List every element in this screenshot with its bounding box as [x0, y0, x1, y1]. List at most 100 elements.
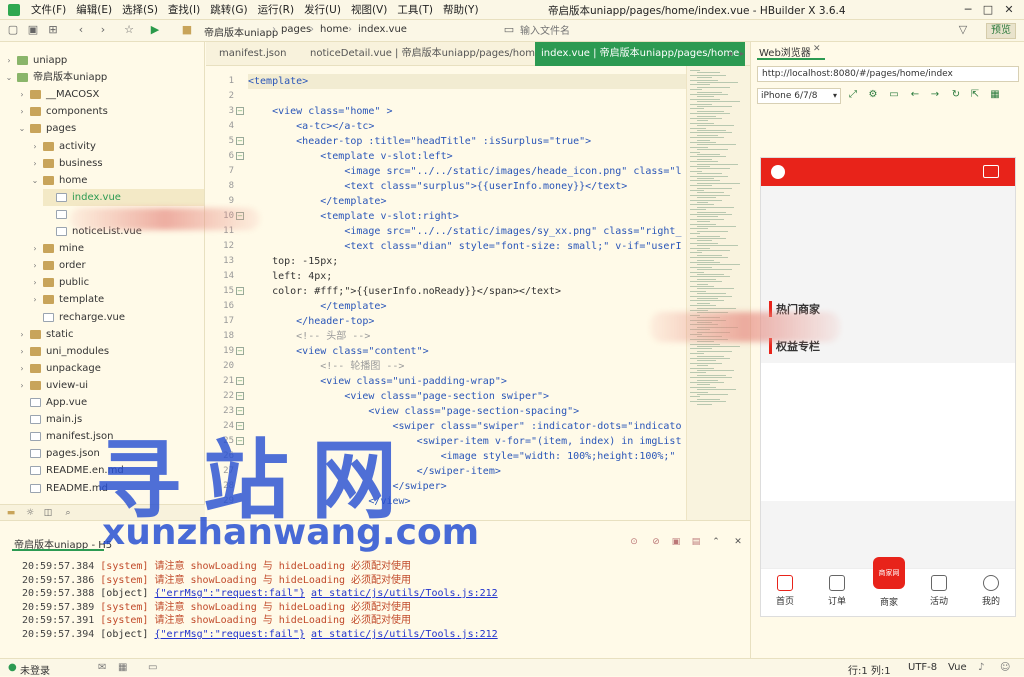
menu-tools[interactable]: 工具(T) [392, 2, 438, 17]
browser-tab-close-icon[interactable]: ✕ [813, 44, 821, 54]
console-close-icon[interactable]: ✕ [732, 536, 744, 548]
tree-item[interactable]: › uni_modules [17, 343, 109, 360]
expand-arrow-icon[interactable]: › [17, 343, 27, 360]
fold-toggle-icon[interactable]: − [236, 347, 244, 355]
fold-toggle-icon[interactable]: − [236, 392, 244, 400]
project-panel-icon[interactable]: ▬ [5, 507, 17, 519]
menu-goto[interactable]: 跳转(G) [205, 2, 252, 17]
qr-code-icon[interactable]: ▦ [989, 89, 1001, 101]
expand-arrow-icon[interactable]: › [30, 257, 40, 274]
save-icon[interactable]: ▣ [26, 23, 40, 37]
search-panel-icon[interactable]: ⌕ [62, 507, 74, 519]
status-grid-icon[interactable]: ▦ [118, 662, 127, 673]
bell-icon[interactable]: ♪ [978, 662, 984, 673]
settings-icon[interactable]: ⚙ [867, 89, 879, 101]
tree-item[interactable]: index.vue [43, 188, 204, 206]
tab-notice-detail[interactable]: noticeDetail.vue | 帝启版本uniapp/pages/home [310, 42, 541, 66]
bug-icon[interactable]: ☼ [24, 507, 36, 519]
expand-arrow-icon[interactable]: › [17, 103, 27, 120]
expand-arrow-icon[interactable]: › [4, 52, 14, 69]
tab-index-vue[interactable]: index.vue | 帝启版本uniapp/pages/home [535, 42, 746, 66]
menu-publish[interactable]: 发行(U) [299, 2, 346, 17]
minimize-icon[interactable]: ─ [960, 2, 976, 17]
user-status-icon[interactable]: ☺ [1000, 662, 1010, 673]
layers-icon[interactable]: ◫ [42, 507, 54, 519]
expand-arrow-icon[interactable]: ⌄ [17, 120, 27, 137]
tree-item[interactable]: › public [30, 274, 89, 291]
menu-select[interactable]: 选择(S) [117, 2, 163, 17]
user-avatar-icon[interactable] [771, 165, 785, 179]
maximize-icon[interactable]: □ [980, 2, 996, 17]
menu-run[interactable]: 运行(R) [253, 2, 300, 17]
tree-item[interactable]: › static [17, 326, 73, 343]
external-link-icon[interactable]: ⇱ [969, 89, 981, 101]
file-search-input[interactable] [520, 24, 960, 38]
tree-item[interactable]: pages.json [17, 445, 100, 462]
message-icon[interactable] [983, 165, 999, 178]
status-terminal-icon[interactable]: ▭ [148, 662, 157, 673]
tabs-scroll-left-icon[interactable]: ◂ [728, 42, 732, 66]
tree-item[interactable]: ⌄ pages [17, 120, 77, 137]
nav-mine[interactable]: 我的 [971, 575, 1011, 607]
tabs-scroll-right-icon[interactable]: ▸ [740, 42, 744, 66]
fold-toggle-icon[interactable]: − [236, 377, 244, 385]
forward-arrow-icon[interactable]: → [929, 89, 941, 101]
expand-arrow-icon[interactable]: › [30, 155, 40, 172]
fold-toggle-icon[interactable]: − [236, 137, 244, 145]
breadcrumb-file[interactable]: index.vue [358, 24, 407, 35]
fold-toggle-icon[interactable]: − [236, 152, 244, 160]
tree-item[interactable]: › business [30, 155, 102, 172]
new-file-icon[interactable]: ▢ [6, 23, 20, 37]
log-source-link[interactable]: at static/js/utils/Tools.js:212 [311, 588, 498, 599]
tree-item[interactable]: ⌄ 帝启版本uniapp [4, 69, 108, 86]
tree-item[interactable]: App.vue [17, 394, 87, 411]
breadcrumb-project[interactable]: 帝启版本uniapp [204, 24, 278, 39]
merchant-center-button[interactable]: 商家网 [873, 557, 905, 589]
tree-item[interactable]: ⌄ home [30, 172, 88, 189]
expand-arrow-icon[interactable]: › [17, 326, 27, 343]
file-encoding[interactable]: UTF-8 [908, 662, 937, 673]
fold-toggle-icon[interactable]: − [236, 287, 244, 295]
split-icon[interactable]: ▤ [690, 536, 702, 548]
screenshot-icon[interactable]: ⤢ [847, 89, 859, 101]
back-arrow-icon[interactable]: ← [909, 89, 921, 101]
tree-item[interactable]: › unpackage [17, 360, 101, 377]
expand-arrow-icon[interactable]: ⌄ [4, 69, 14, 86]
back-icon[interactable]: ‹ [74, 23, 88, 37]
nav-home[interactable]: 首页 [765, 575, 805, 607]
tree-item[interactable]: › template [30, 291, 104, 308]
stop-icon[interactable]: ⊘ [650, 536, 662, 548]
tree-item[interactable]: › mine [30, 240, 84, 257]
refresh-icon[interactable]: ↻ [950, 89, 962, 101]
expand-arrow-icon[interactable]: › [17, 360, 27, 377]
cursor-position[interactable]: 行:1 列:1 [848, 662, 891, 677]
tree-item[interactable]: › __MACOSX [17, 86, 99, 103]
fold-toggle-icon[interactable]: − [236, 107, 244, 115]
menu-view[interactable]: 视图(V) [346, 2, 392, 17]
tree-item[interactable]: › components [17, 103, 107, 120]
preview-button[interactable]: 预览 [986, 23, 1016, 39]
tree-item[interactable]: › activity [30, 138, 95, 155]
tree-item[interactable]: › order [30, 257, 85, 274]
tree-item[interactable]: › uniapp [4, 52, 67, 69]
clear-icon[interactable]: ▣ [670, 536, 682, 548]
tree-item[interactable]: main.js [17, 411, 82, 428]
tree-item[interactable]: › uview-ui [17, 377, 88, 394]
expand-arrow-icon[interactable]: › [30, 291, 40, 308]
file-language[interactable]: Vue [948, 662, 967, 673]
tab-manifest[interactable]: manifest.json [219, 42, 286, 66]
grid-icon[interactable]: ⊞ [46, 23, 60, 37]
tree-item[interactable]: recharge.vue [30, 309, 125, 326]
expand-arrow-icon[interactable]: › [30, 274, 40, 291]
forward-icon[interactable]: › [96, 23, 110, 37]
minimap[interactable] [686, 66, 750, 520]
breadcrumb-home[interactable]: home [320, 24, 348, 35]
nav-activity[interactable]: 活动 [919, 575, 959, 607]
expand-arrow-icon[interactable]: › [30, 240, 40, 257]
filter-icon[interactable]: ▽ [956, 23, 970, 37]
login-status[interactable]: 未登录 [20, 662, 50, 677]
console-icon[interactable]: ▭ [888, 89, 900, 101]
close-icon[interactable]: ✕ [1001, 2, 1017, 17]
status-mail-icon[interactable]: ✉ [98, 662, 106, 673]
expand-arrow-icon[interactable]: › [17, 86, 27, 103]
